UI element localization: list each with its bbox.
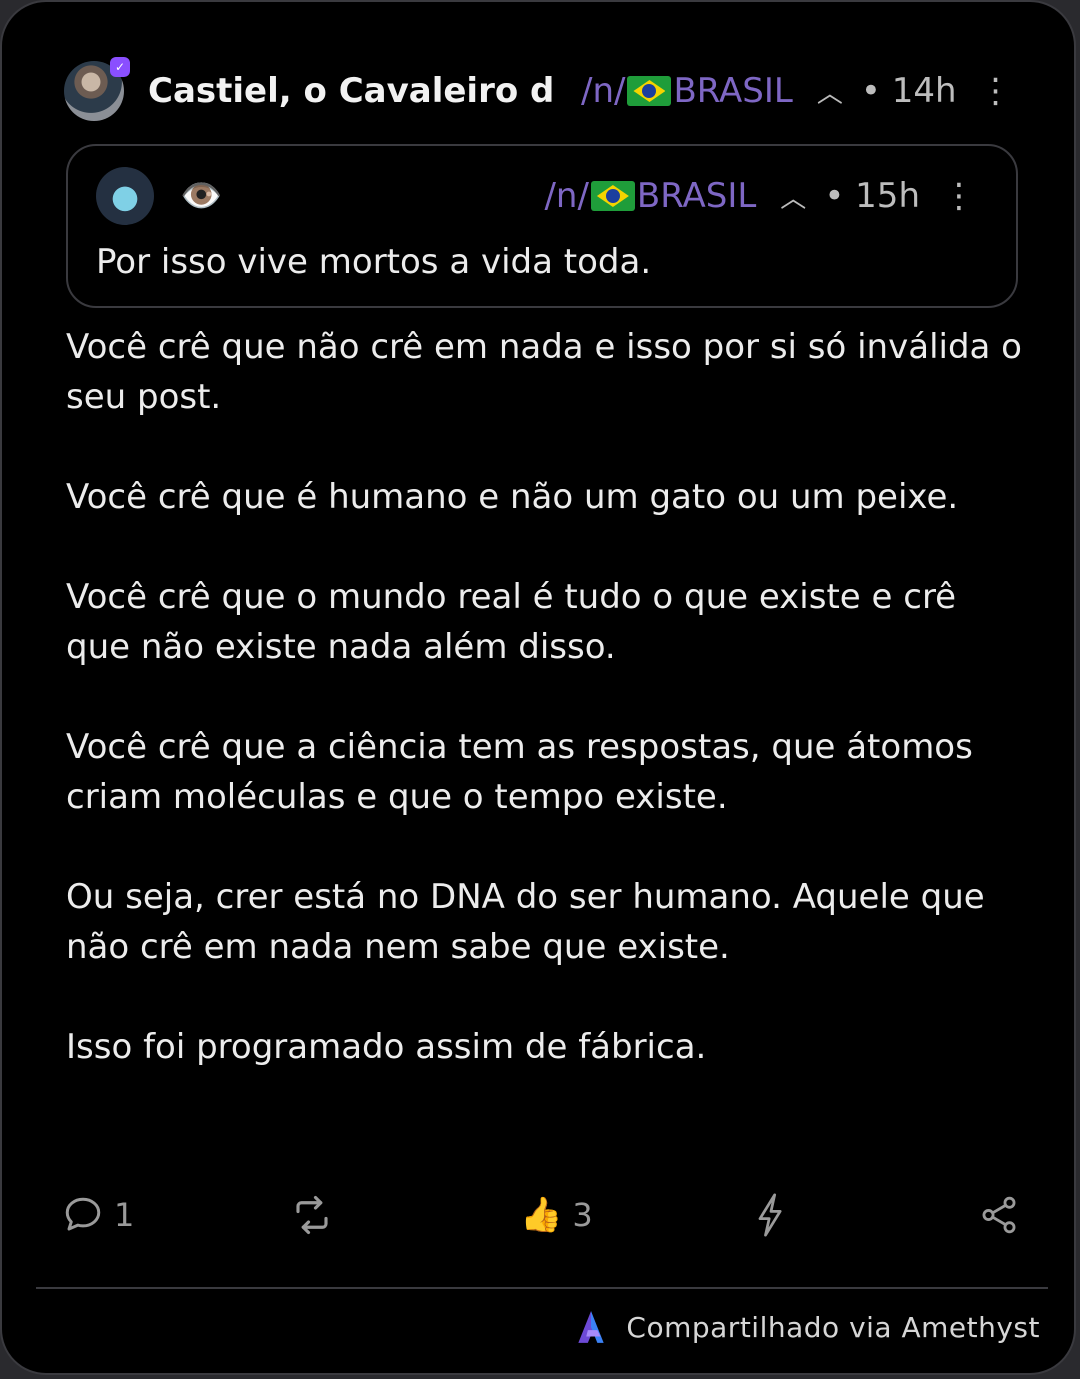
quoted-author-avatar[interactable] bbox=[96, 167, 154, 225]
note-card: ✓ Castiel, o Cavaleiro da… /n/ BRASIL ︿ … bbox=[0, 0, 1076, 1375]
divider bbox=[36, 1287, 1048, 1289]
brazil-flag-icon bbox=[590, 181, 635, 211]
quoted-text: Por isso vive mortos a vida toda. bbox=[96, 242, 652, 282]
verified-badge-icon: ✓ bbox=[110, 57, 130, 77]
quoted-more-options-icon[interactable]: ⋮ bbox=[942, 179, 976, 213]
author-avatar[interactable]: ✓ bbox=[64, 57, 130, 121]
share-icon bbox=[982, 1196, 1016, 1234]
quoted-note[interactable]: 👁️ /n/ BRASIL ︿ • 15h ⋮ Por isso vive mo… bbox=[66, 144, 1018, 308]
action-bar: 1 👍 3 bbox=[62, 1190, 1022, 1240]
repost-icon bbox=[296, 1195, 328, 1235]
post-body: Você crê que não crê em nada e isso por … bbox=[66, 322, 1026, 1122]
reaction-count: 3 bbox=[572, 1196, 593, 1234]
community-name: BRASIL bbox=[636, 176, 757, 216]
body-paragraph: Você crê que não crê em nada e isso por … bbox=[66, 327, 1022, 417]
body-paragraph: Você crê que o mundo real é tudo o que e… bbox=[66, 577, 957, 667]
body-paragraph: Você crê que é humano e não um gato ou u… bbox=[66, 477, 959, 517]
post-time: • 14h bbox=[860, 71, 957, 111]
quoted-time: • 15h bbox=[824, 176, 920, 216]
community-prefix: /n/ bbox=[581, 71, 626, 111]
thumbs-up-icon: 👍 bbox=[520, 1195, 563, 1235]
chevron-up-icon[interactable]: ︿ bbox=[817, 73, 843, 110]
reply-count: 1 bbox=[114, 1196, 135, 1234]
community-link[interactable]: /n/ BRASIL bbox=[581, 71, 793, 111]
post-header: ✓ Castiel, o Cavaleiro da… /n/ BRASIL ︿ … bbox=[64, 57, 1014, 122]
body-paragraph: Ou seja, crer está no DNA do ser humano.… bbox=[66, 877, 985, 967]
quoted-author-name[interactable]: 👁️ bbox=[180, 176, 222, 216]
quoted-community-link[interactable]: /n/ BRASIL bbox=[544, 176, 756, 216]
community-prefix: /n/ bbox=[544, 176, 589, 216]
reply-button[interactable]: 1 bbox=[62, 1190, 134, 1240]
share-button[interactable] bbox=[978, 1190, 1020, 1240]
body-paragraph: Você crê que a ciência tem as respostas,… bbox=[66, 727, 973, 817]
community-name: BRASIL bbox=[673, 71, 793, 111]
lightning-icon bbox=[758, 1193, 782, 1237]
reaction-button[interactable]: 👍 3 bbox=[520, 1190, 593, 1240]
brazil-flag-icon bbox=[627, 76, 672, 106]
amethyst-logo-icon bbox=[578, 1311, 605, 1343]
body-paragraph: Isso foi programado assim de fábrica. bbox=[66, 1027, 707, 1067]
author-name[interactable]: Castiel, o Cavaleiro da… bbox=[148, 71, 553, 111]
repost-button[interactable] bbox=[288, 1190, 336, 1240]
more-options-icon[interactable]: ⋮ bbox=[979, 74, 1013, 108]
comment-icon bbox=[65, 1197, 101, 1231]
footer-text: Compartilhado via Amethyst bbox=[626, 1310, 1040, 1344]
zap-button[interactable] bbox=[756, 1190, 786, 1240]
share-footer: Compartilhado via Amethyst bbox=[572, 1302, 1040, 1352]
quoted-header: 👁️ /n/ BRASIL ︿ • 15h ⋮ bbox=[96, 166, 976, 226]
chevron-up-icon[interactable]: ︿ bbox=[780, 178, 806, 215]
